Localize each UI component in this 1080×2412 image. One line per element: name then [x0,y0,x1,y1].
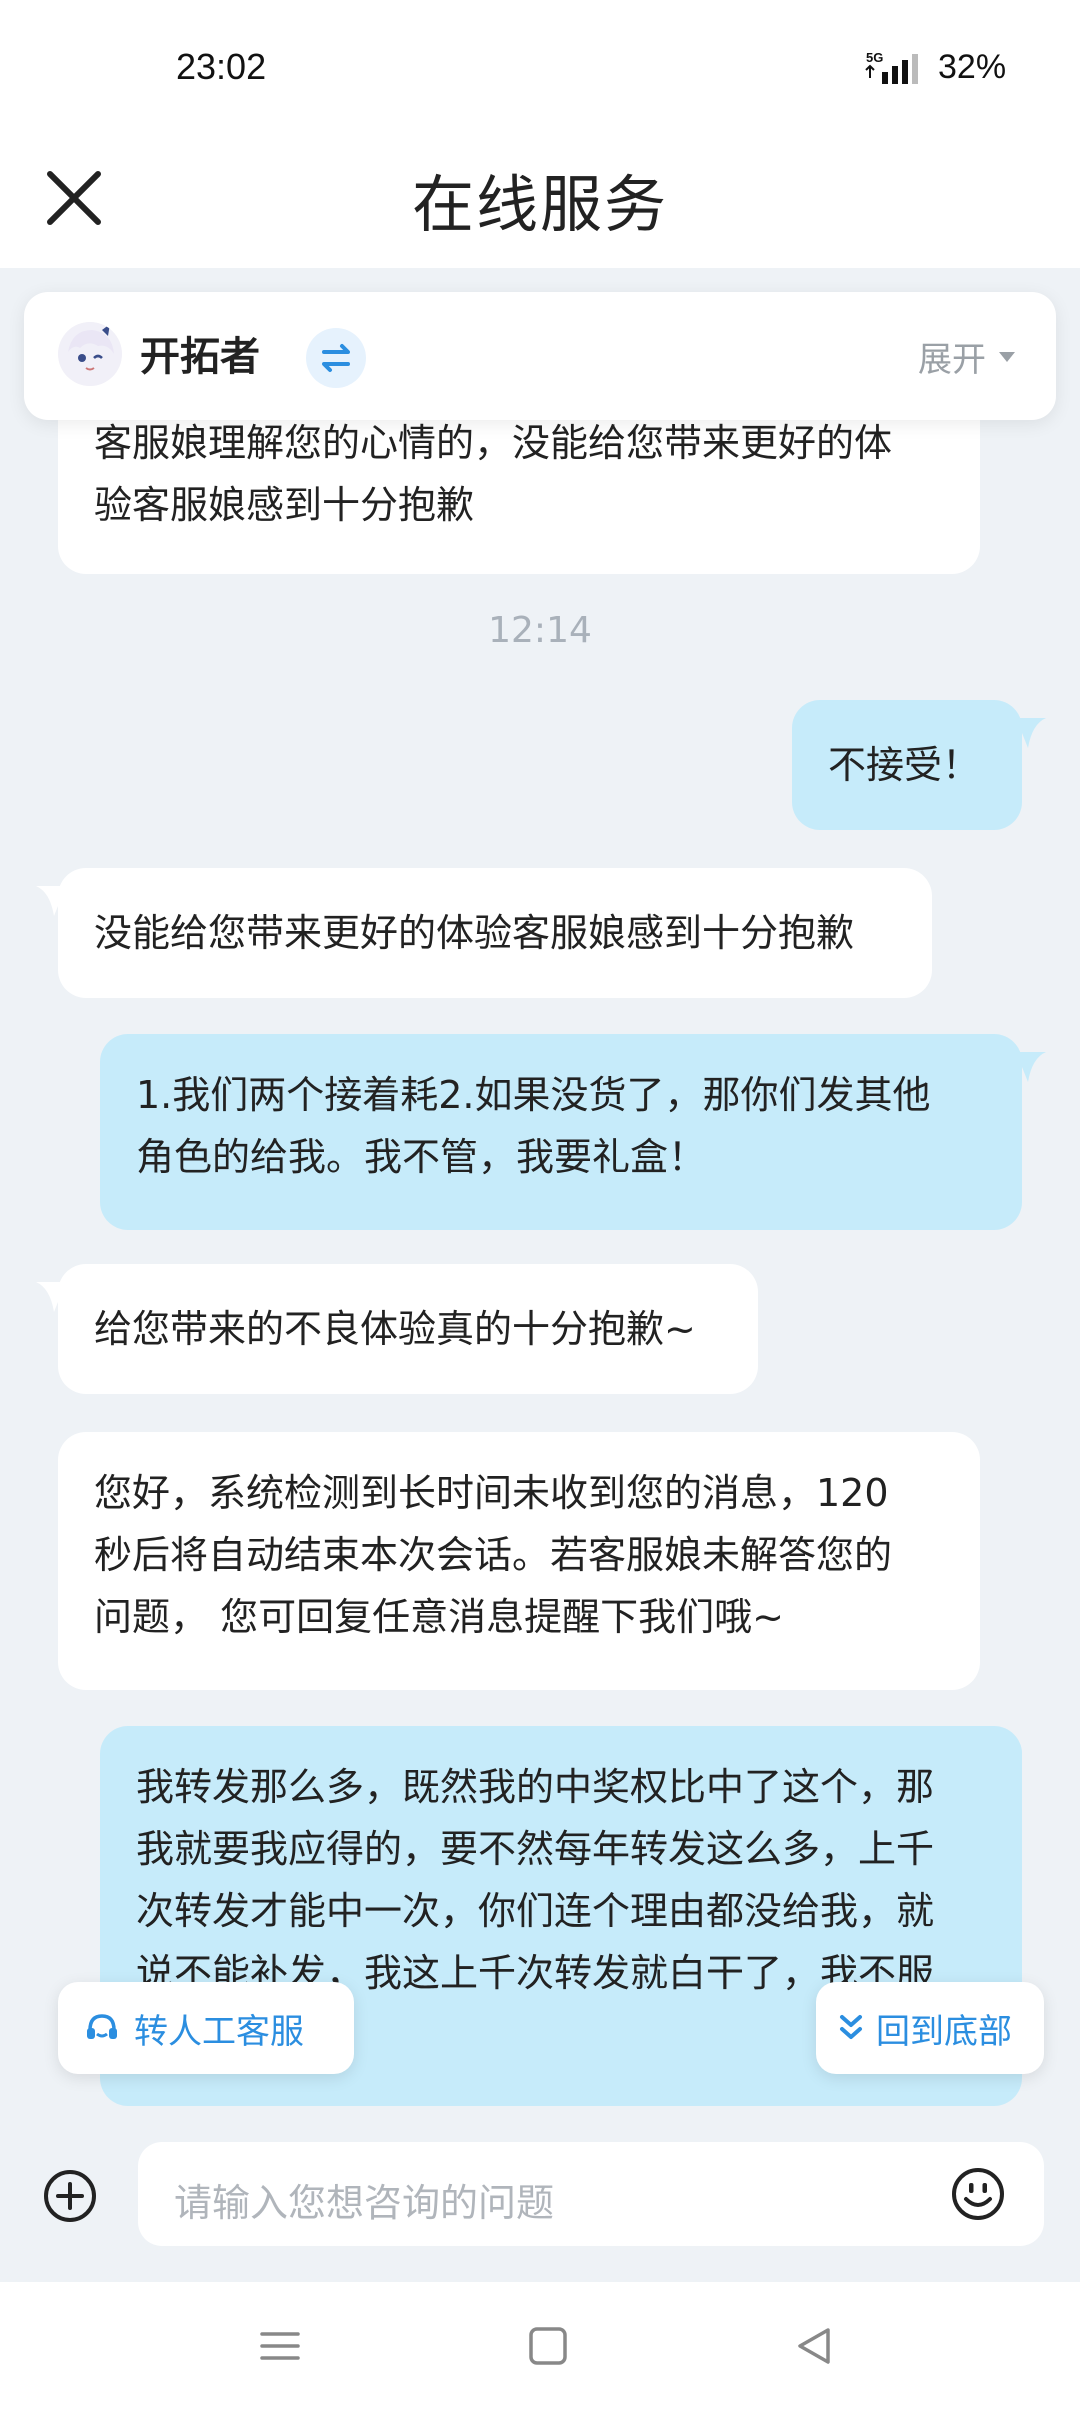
header: 在线服务 [0,140,1080,268]
message-line: 不接受！ [828,743,981,787]
expand-label: 展开 [918,340,986,380]
message-line: 我就要我应得的，要不然每年转发这么多，上千 [136,1827,935,1871]
scroll-bottom-label: 回到底部 [876,2011,1012,2052]
agent-message: 您好，系统检测到长时间未收到您的消息，120 秒后将自动结束本次会话。若客服娘未… [58,1432,980,1690]
input-bar: 请输入您想咨询的问题 [0,2126,1080,2282]
message-line: 次转发才能中一次，你们连个理由都没给我，就 [136,1889,935,1933]
avatar-icon [58,322,122,386]
agent-message: 没能给您带来更好的体验客服娘感到十分抱歉 [36,868,932,998]
status-time: 23:02 [176,46,267,87]
expand-button[interactable]: 展开 [918,332,1016,381]
agent-card[interactable]: 开拓者 展开 [24,292,1056,420]
chat-area[interactable]: 客服娘理解您的心情的，没能给您带来更好的体 验客服娘感到十分抱歉 12:14 不… [0,268,1080,2126]
message-line: 我转发那么多，既然我的中奖权比中了这个，那 [136,1765,935,1809]
page-title: 在线服务 [411,168,668,241]
message-line: 秒后将自动结束本次会话。若客服娘未解答您的 [94,1533,893,1577]
message-timestamp: 12:14 [488,610,592,651]
message-input[interactable]: 请输入您想咨询的问题 [138,2142,1044,2246]
home-square-icon[interactable] [526,2324,570,2368]
double-chevron-down-icon [840,2015,862,2039]
bubble-tail [36,886,66,916]
message-line: 给您带来的不良体验真的十分抱歉~ [94,1307,696,1351]
plus-circle-icon[interactable] [40,2166,100,2226]
message-line: 您好，系统检测到长时间未收到您的消息，120 [94,1471,889,1515]
system-nav-bar [0,2282,1080,2412]
switch-button[interactable] [306,328,366,388]
menu-icon[interactable] [258,2324,302,2368]
human-service-button[interactable]: 转人工客服 [58,1982,354,2074]
human-service-label: 转人工客服 [134,2011,304,2052]
bubble-tail [1016,1052,1046,1082]
message-line: 角色的给我。我不管，我要礼盒！ [136,1135,707,1179]
message-line: 客服娘理解您的心情的，没能给您带来更好的体 [94,421,893,465]
headset-icon [87,2014,117,2039]
bubble-tail [36,1282,66,1312]
message-line: 问题， 您可回复任意消息提醒下我们哦~ [94,1595,784,1639]
bubble-tail [1016,718,1046,748]
network-type-label: 5G [866,50,883,65]
message-line: 没能给您带来更好的体验客服娘感到十分抱歉 [94,911,855,955]
input-placeholder: 请输入您想咨询的问题 [174,2181,555,2225]
message-line: 验客服娘感到十分抱歉 [94,483,475,527]
battery-level: 32% [938,48,1007,86]
back-triangle-icon[interactable] [792,2324,836,2368]
agent-message: 给您带来的不良体验真的十分抱歉~ [36,1264,758,1394]
signal-icon: 5G [865,50,918,84]
switch-arrows-icon [322,344,350,372]
user-message: 不接受！ [792,700,1046,830]
avatar [58,322,122,386]
agent-name: 开拓者 [140,334,260,380]
user-message: 1.我们两个接着耗2.如果没货了，那你们发其他 角色的给我。我不管，我要礼盒！ [100,1034,1046,1230]
status-bar: 23:02 5G 32% [0,0,1080,140]
scroll-bottom-button[interactable]: 回到底部 [816,1982,1044,2074]
bubble-tail [1016,1744,1022,1759]
caret-down-icon [999,351,1015,362]
smiley-icon[interactable] [950,2166,1006,2222]
message-line: 1.我们两个接着耗2.如果没货了，那你们发其他 [136,1073,931,1117]
